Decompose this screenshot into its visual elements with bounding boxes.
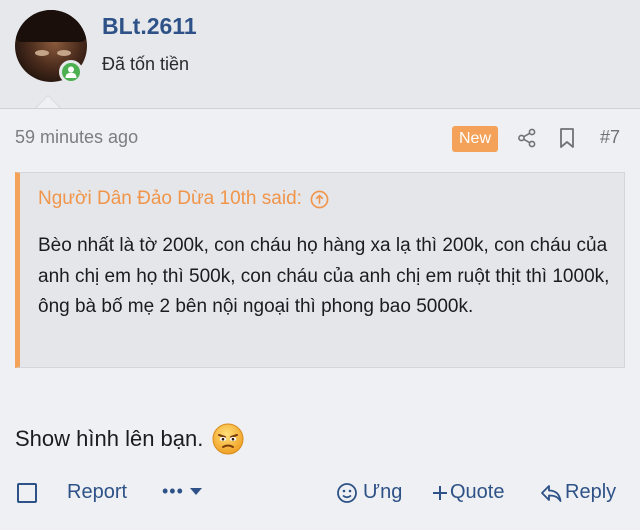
online-icon xyxy=(59,60,83,84)
message-text: Show hình lên bạn. xyxy=(15,426,204,451)
reply-icon xyxy=(541,484,562,502)
report-label: Report xyxy=(67,481,128,503)
react-button[interactable]: Ưng xyxy=(336,481,402,504)
select-checkbox[interactable] xyxy=(17,483,37,503)
quote-author-link[interactable]: Người Dân Đảo Dừa 10th said: xyxy=(38,188,329,210)
new-badge: New xyxy=(452,126,499,152)
post-number-link[interactable]: #7 xyxy=(600,127,620,148)
reply-button[interactable]: Reply xyxy=(540,481,616,504)
post-header: BLt.2611 Đã tốn tiền xyxy=(0,0,640,109)
post-time[interactable]: 59 minutes ago xyxy=(15,127,138,148)
username-link[interactable]: BLt.2611 xyxy=(102,13,197,40)
more-options-button[interactable]: ••• xyxy=(162,481,203,502)
react-icon xyxy=(337,482,357,503)
quote-label: Quote xyxy=(450,481,505,503)
bookmark-icon[interactable] xyxy=(558,127,576,149)
quote-block: Người Dân Đảo Dừa 10th said: Bèo nhất là… xyxy=(15,172,625,368)
emoji-icon xyxy=(212,423,244,455)
react-label: Ưng xyxy=(363,481,403,503)
quote-text: Bèo nhất là tờ 200k, con cháu họ hàng xa… xyxy=(38,235,610,317)
quote-author-label: Người Dân Đảo Dừa 10th said: xyxy=(38,188,302,209)
user-title: Đã tốn tiền xyxy=(102,54,190,74)
message-body: Show hình lên bạn. xyxy=(15,422,245,456)
more-label: ••• xyxy=(162,481,184,501)
reply-label: Reply xyxy=(565,481,617,503)
post-footer: Report ••• Ưng Quote Reply xyxy=(0,478,640,510)
quote-button[interactable]: Quote xyxy=(432,481,504,504)
arrow-up-circle-icon xyxy=(310,190,329,208)
share-icon[interactable] xyxy=(517,128,537,148)
plus-icon xyxy=(433,485,447,500)
chevron-down-icon xyxy=(189,487,202,495)
report-button[interactable]: Report xyxy=(67,481,127,504)
